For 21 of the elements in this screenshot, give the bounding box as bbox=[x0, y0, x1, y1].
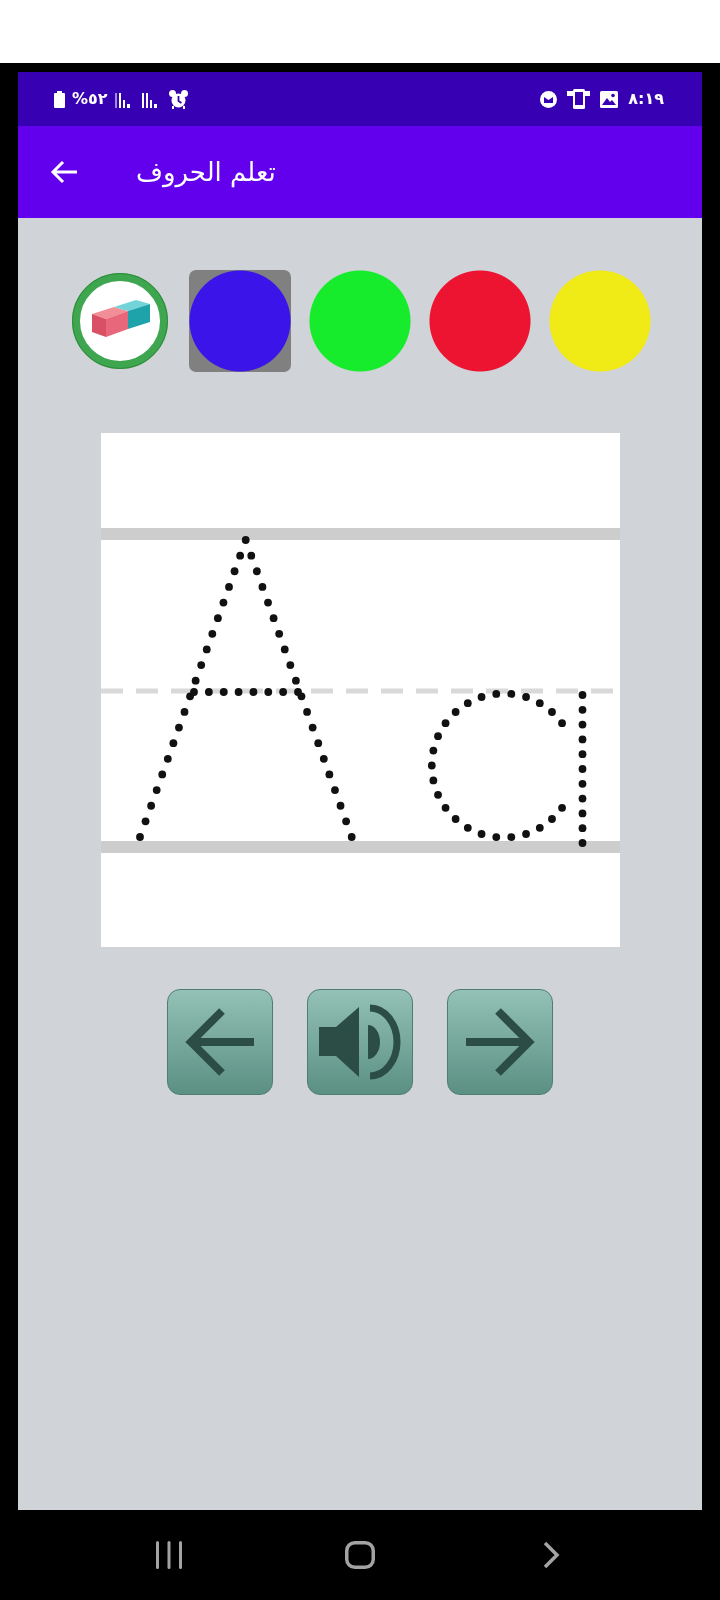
home-icon[interactable] bbox=[345, 1541, 375, 1569]
tablet-icon bbox=[567, 89, 591, 109]
arrow-left-icon bbox=[184, 1006, 256, 1078]
eraser-icon bbox=[72, 273, 168, 369]
status-time: ٨:١٩ bbox=[628, 89, 664, 109]
next-button[interactable] bbox=[447, 989, 553, 1095]
image-icon bbox=[600, 90, 619, 108]
arrow-right-icon bbox=[464, 1006, 536, 1078]
battery-icon bbox=[54, 90, 65, 108]
sound-button[interactable] bbox=[307, 989, 413, 1095]
speaker-icon bbox=[319, 1004, 401, 1080]
previous-button[interactable] bbox=[167, 989, 273, 1095]
chevron-icon[interactable] bbox=[542, 1541, 560, 1569]
eraser-button[interactable] bbox=[69, 270, 171, 372]
battery-percent: %٥٢ bbox=[72, 89, 108, 109]
color-swatch-button[interactable] bbox=[189, 270, 291, 372]
round-app-icon bbox=[540, 90, 558, 108]
app-title: تعلم الحروف bbox=[136, 156, 276, 190]
recent-apps-icon[interactable] bbox=[156, 1541, 182, 1569]
alarm-icon bbox=[168, 89, 188, 109]
back-arrow-icon[interactable] bbox=[50, 160, 78, 184]
